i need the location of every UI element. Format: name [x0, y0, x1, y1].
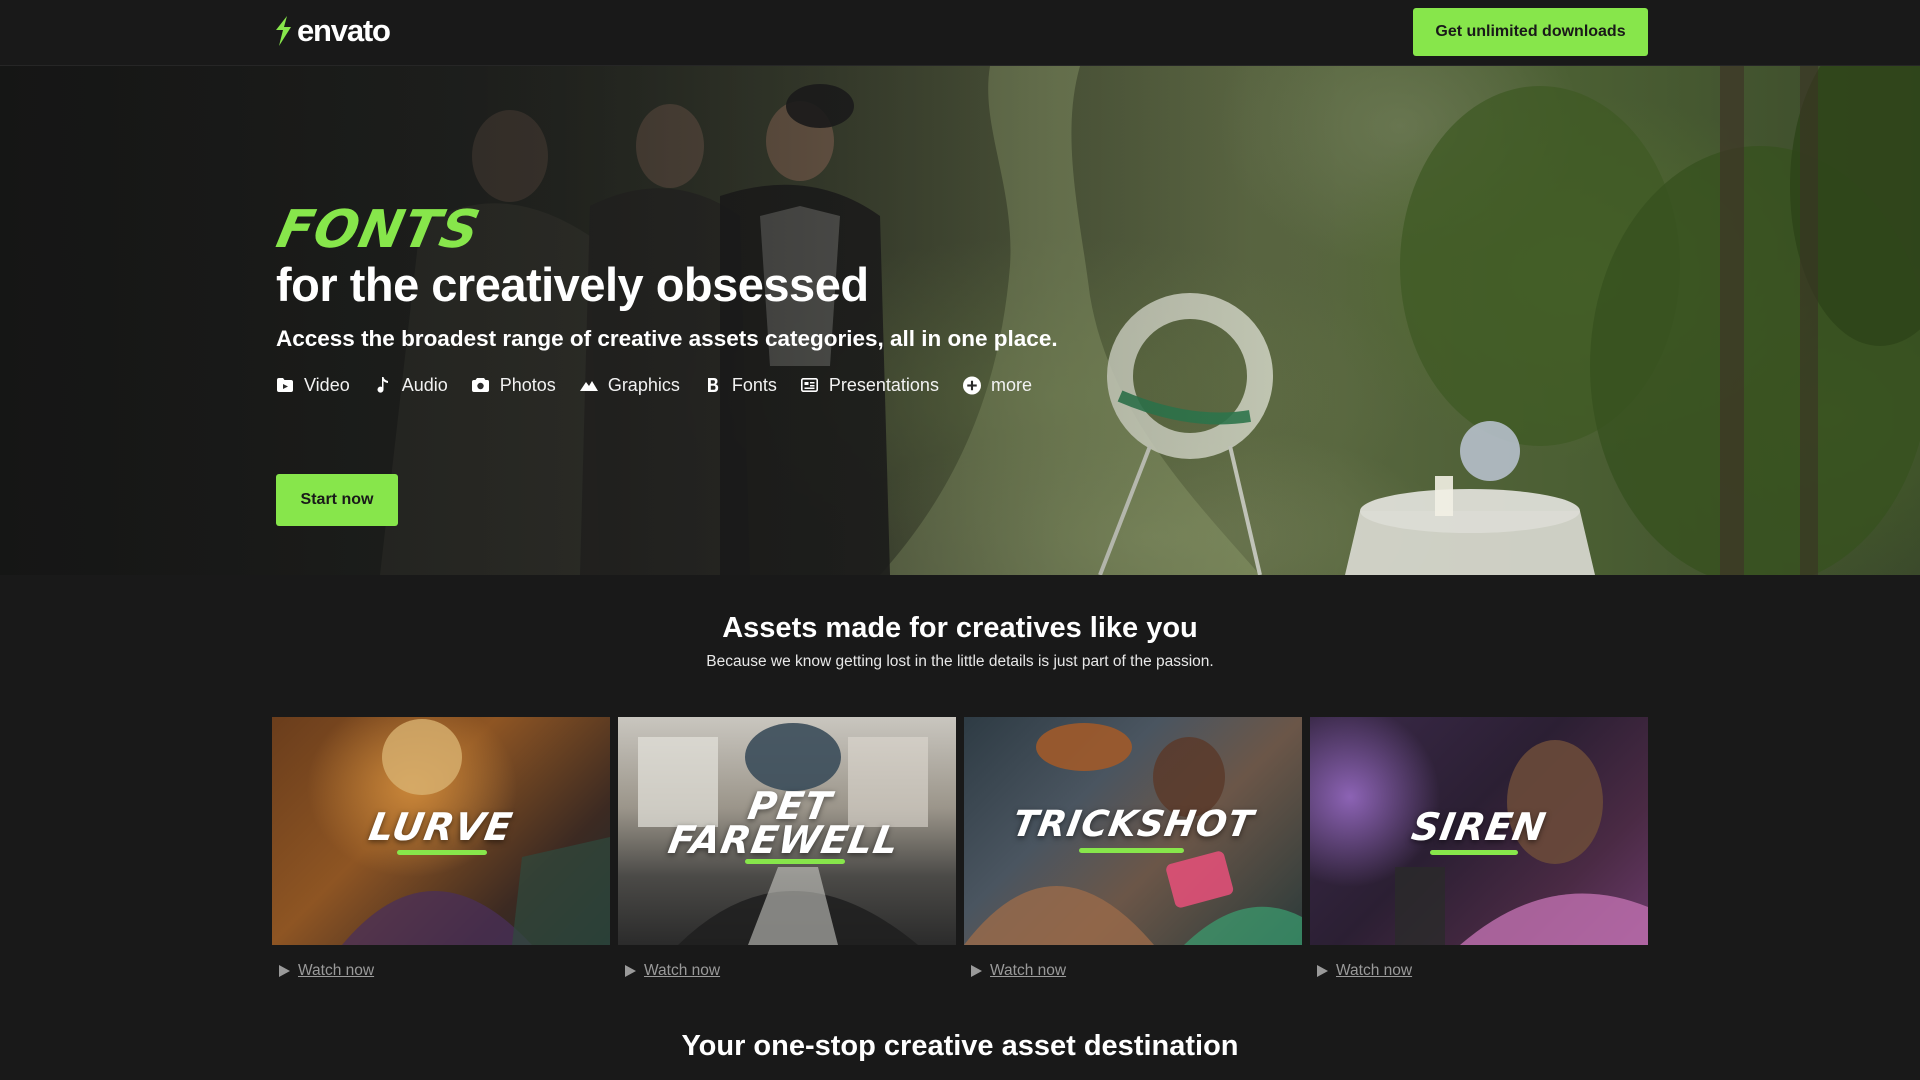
category-label: Presentations [828, 374, 939, 395]
start-now-button[interactable]: Start now [276, 474, 398, 526]
watch-now-label: Watch now [1336, 962, 1413, 979]
play-icon [971, 965, 982, 977]
bold-b-icon [704, 376, 722, 394]
thumbnail-title: SIREN [1408, 805, 1550, 849]
category-list: Video Audio Photos Graphics Fonts Presen… [276, 371, 1170, 399]
category-label: Audio [401, 374, 448, 395]
asset-card-siren: SIREN Watch now [1310, 717, 1648, 980]
category-presentations[interactable]: Presentations [801, 375, 939, 396]
video-thumbnail[interactable]: SIREN [1310, 717, 1648, 945]
asset-card-trickshot: TRICKSHOT Watch now [964, 717, 1302, 980]
asset-card-grid: LURVE Watch now PET FAREWELL Watch now T… [272, 717, 1648, 982]
watch-now-label: Watch now [298, 962, 375, 979]
thumbnail-title: TRICKSHOT [1009, 804, 1257, 845]
video-thumbnail[interactable]: PET FAREWELL [618, 717, 956, 945]
thumbnail-title-line-2: FAREWELL [665, 818, 903, 862]
category-label: Photos [499, 374, 556, 395]
category-fonts[interactable]: Fonts [704, 375, 777, 396]
watch-now-link[interactable]: Watch now [1317, 962, 1412, 980]
watch-now-label: Watch now [990, 962, 1067, 979]
camera-icon [472, 376, 490, 394]
folder-icon [276, 376, 294, 394]
category-audio[interactable]: Audio [374, 375, 448, 396]
hero-banner: FONTS for the creatively obsessed Access… [0, 66, 1920, 575]
watch-now-link[interactable]: Watch now [279, 962, 374, 980]
title-underline [1430, 850, 1518, 855]
presentation-icon [801, 376, 819, 394]
category-label: Video [304, 374, 350, 395]
watch-now-link[interactable]: Watch now [971, 962, 1066, 980]
category-video[interactable]: Video [276, 375, 350, 396]
video-thumbnail[interactable]: LURVE [272, 717, 610, 945]
watch-now-label: Watch now [644, 962, 721, 979]
plus-circle-icon [962, 376, 981, 394]
hero-subtitle: Access the broadest range of creative as… [276, 326, 1058, 351]
hero-category-word: FONTS [271, 200, 486, 260]
thumbnail-title: LURVE [365, 805, 517, 849]
logo-text: envato [297, 13, 391, 48]
title-underline [1079, 848, 1184, 853]
destination-section-title: Your one-stop creative asset destination [681, 1030, 1239, 1062]
get-unlimited-downloads-button[interactable]: Get unlimited downloads [1413, 8, 1648, 56]
category-label: Fonts [731, 374, 777, 395]
video-thumbnail[interactable]: TRICKSHOT [964, 717, 1302, 945]
category-graphics[interactable]: Graphics [579, 374, 680, 396]
hero-title: for the creatively obsessed [276, 258, 869, 311]
category-photos[interactable]: Photos [472, 375, 556, 396]
play-icon [279, 965, 290, 977]
asset-card-pet-farewell: PET FAREWELL Watch now [618, 717, 956, 980]
envato-logo[interactable]: envato [271, 13, 391, 48]
category-label: more [990, 374, 1032, 395]
assets-section-title: Assets made for creatives like you [722, 612, 1198, 644]
top-navigation-bar: envato Get unlimited downloads [0, 0, 1920, 66]
envato-leaf-icon [276, 16, 291, 46]
play-icon [1317, 965, 1328, 977]
assets-section-subtitle: Because we know getting lost in the litt… [706, 653, 1214, 670]
mountain-icon [579, 376, 598, 394]
watch-now-link[interactable]: Watch now [625, 962, 720, 980]
music-note-icon [374, 376, 392, 394]
play-icon [625, 965, 636, 977]
title-underline [745, 859, 845, 864]
asset-card-lurve: LURVE Watch now [272, 717, 610, 980]
thumbnail-title: PET FAREWELL [618, 784, 956, 862]
category-label: Graphics [607, 374, 680, 395]
category-more[interactable]: more [962, 374, 1032, 396]
hero-content: FONTS for the creatively obsessed Access… [270, 200, 1170, 526]
title-underline [397, 850, 487, 855]
